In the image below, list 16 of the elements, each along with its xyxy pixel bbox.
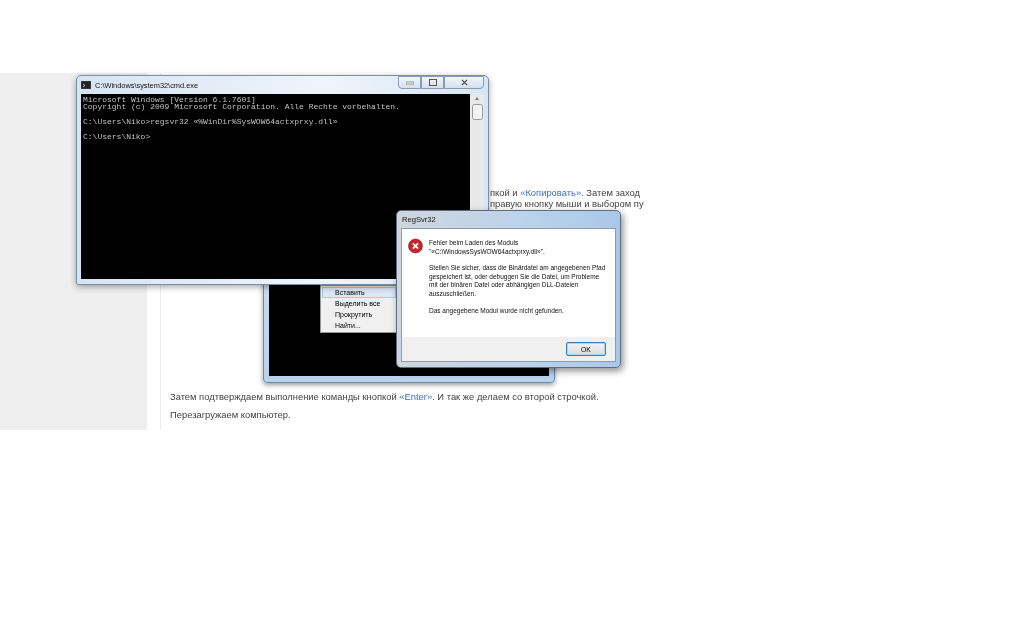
console-line: Copyright (c) 2009 Microsoft Corporation. Alle Rechte vorbehalten.: [83, 103, 401, 111]
paragraph-text: Затем подтверждаем выполнение команды кнопкой «Enter». И так же делаем со второй строчкой.: [170, 391, 599, 403]
console-line: C:\Users\Niko>: [83, 133, 152, 141]
maximize-button[interactable]: [421, 76, 444, 89]
paragraph-text: правую кнопку мыши и выбором пу: [490, 198, 644, 210]
scroll-thumb[interactable]: [471, 104, 483, 120]
console-line: Microsoft Windows [Version 6.1.7601]: [83, 96, 257, 104]
paragraph-text: пкой и «Копировать». Затем заход: [490, 187, 640, 199]
error-icon: [408, 236, 423, 256]
paragraph-text: Перезагружаем компьютер.: [170, 409, 291, 421]
minimize-icon: [405, 80, 414, 85]
close-icon: [460, 79, 468, 86]
console-line: C:\Users\Niko>regsvr32 «%WinDir%SysWOW64actxprxy.dll»: [83, 118, 339, 126]
maximize-icon: [428, 79, 437, 86]
console-icon: [81, 81, 91, 89]
close-button[interactable]: [444, 76, 484, 89]
